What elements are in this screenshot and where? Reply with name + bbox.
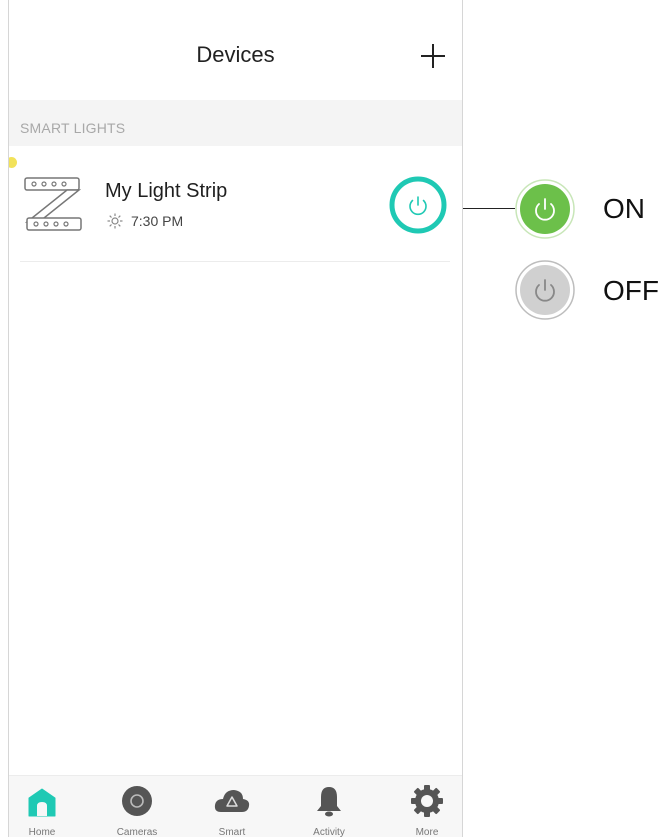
- home-icon: [28, 788, 56, 817]
- device-row[interactable]: My Light Strip 7:30 PM: [9, 147, 462, 261]
- tab-label: Activity: [313, 827, 345, 837]
- section-label: SMART LIGHTS: [20, 120, 126, 136]
- tab-smart[interactable]: Smart: [192, 784, 272, 837]
- schedule-time: 7:30 PM: [131, 213, 184, 229]
- row-divider: [20, 261, 450, 262]
- tab-label: More: [415, 827, 439, 837]
- bell-icon: [317, 787, 341, 817]
- header: Devices: [9, 0, 462, 100]
- device-name: My Light Strip: [105, 180, 228, 202]
- off-label: OFF: [603, 275, 659, 306]
- tab-label: Smart: [218, 827, 246, 837]
- power-toggle-button[interactable]: [389, 176, 447, 234]
- light-strip-icon: [23, 174, 83, 234]
- tab-label: Home: [28, 827, 56, 837]
- power-icon: [515, 260, 575, 320]
- tab-cameras[interactable]: Cameras: [97, 784, 177, 837]
- sun-icon: [107, 213, 123, 229]
- page-title: Devices: [196, 42, 275, 67]
- power-icon: [389, 176, 447, 234]
- gear-icon: [411, 785, 443, 817]
- plus-icon: [421, 44, 445, 68]
- camera-icon: [122, 786, 152, 816]
- power-on-indicator: [514, 178, 576, 240]
- power-icon: [515, 179, 575, 239]
- connector-line: [463, 208, 515, 209]
- phone-screen: Devices SMART LIGHTS My Light Strip 7:30…: [8, 0, 463, 837]
- tab-more[interactable]: More: [387, 784, 462, 837]
- tab-bar: Home Cameras Smart Activity More: [9, 775, 462, 837]
- tab-activity[interactable]: Activity: [289, 784, 369, 837]
- cloud-icon: [214, 790, 250, 812]
- add-device-button[interactable]: [417, 40, 449, 72]
- power-off-indicator: [514, 259, 576, 321]
- schedule: 7:30 PM: [107, 213, 183, 229]
- tab-home[interactable]: Home: [9, 784, 82, 837]
- tab-label: Cameras: [116, 827, 158, 837]
- on-label: ON: [603, 193, 645, 224]
- section-header: SMART LIGHTS: [9, 100, 462, 146]
